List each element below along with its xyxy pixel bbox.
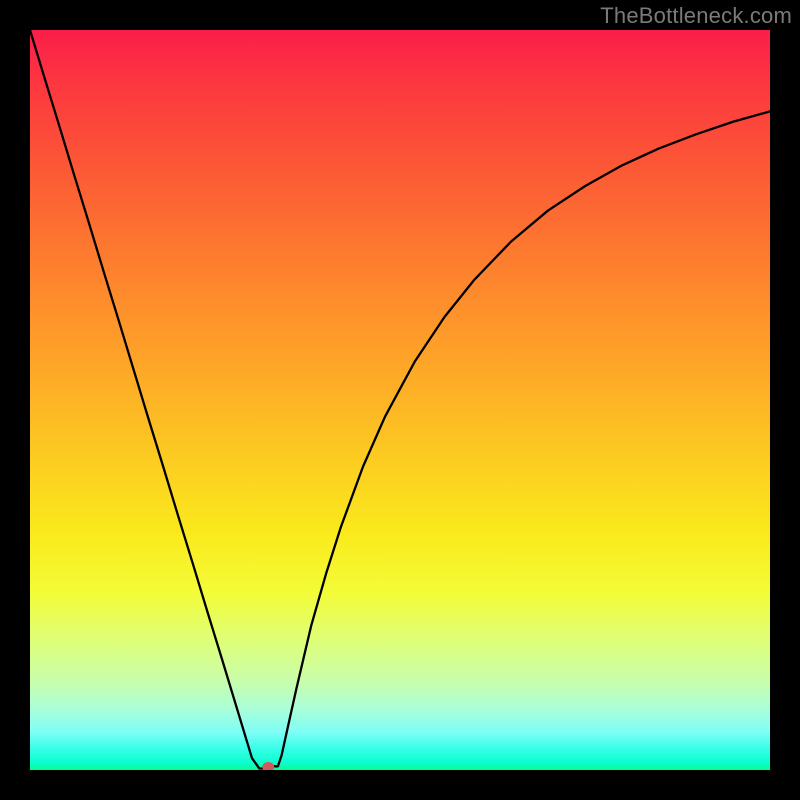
watermark-text: TheBottleneck.com [600,3,792,29]
vertex-marker [262,762,274,770]
chart-svg [30,30,770,770]
bottleneck-curve [30,30,770,769]
plot-area [30,30,770,770]
chart-frame: TheBottleneck.com [0,0,800,800]
